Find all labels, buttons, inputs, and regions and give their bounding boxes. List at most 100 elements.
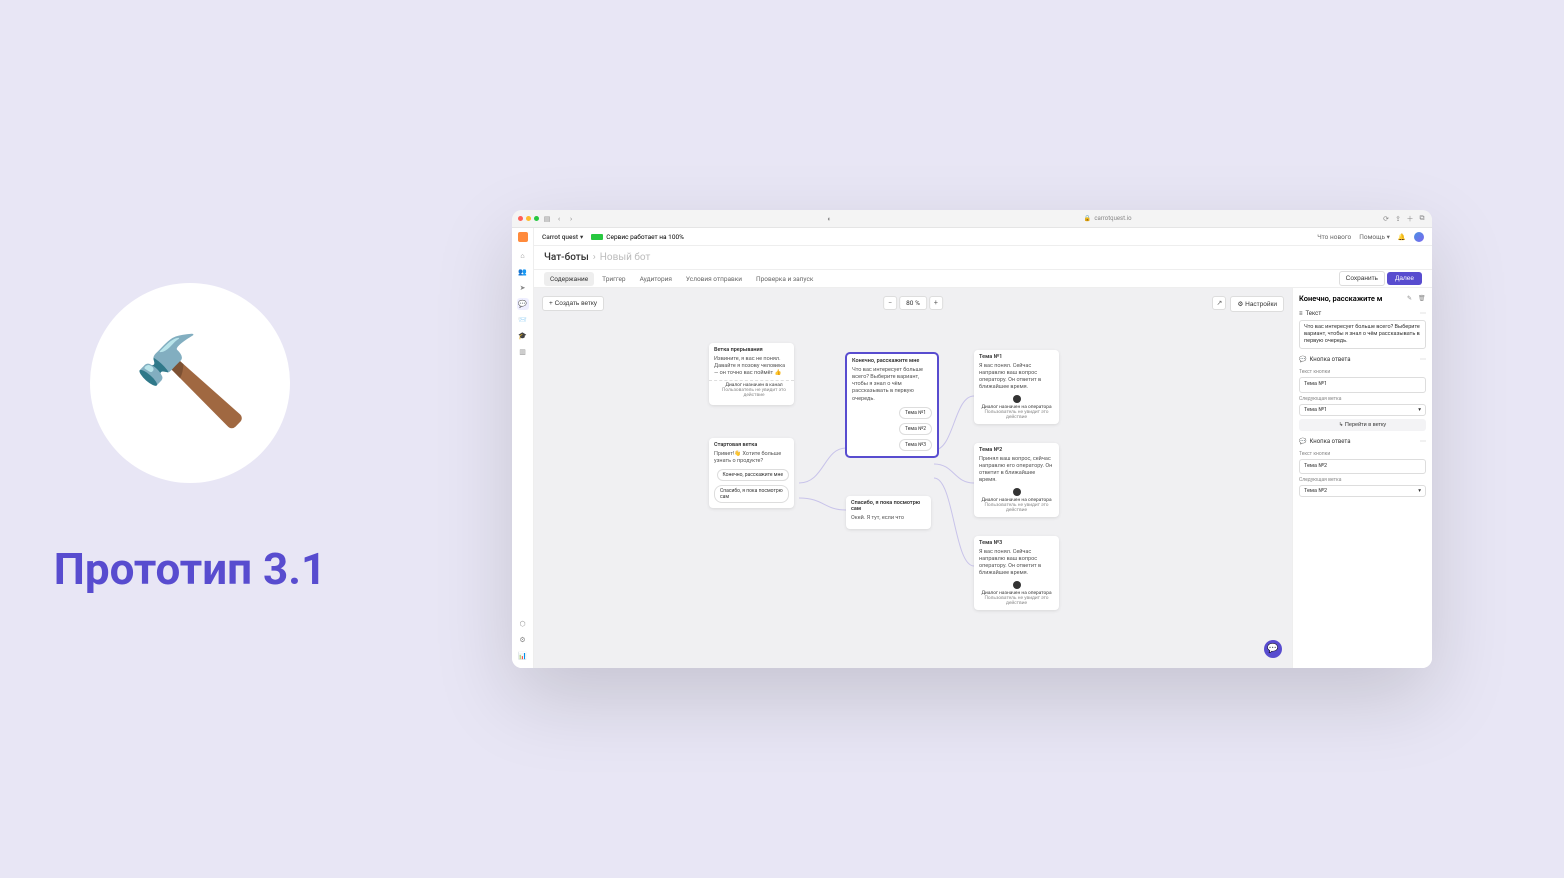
shield-icon[interactable]: ◐ [825,215,833,223]
tab-conditions[interactable]: Условия отправки [680,272,748,286]
flow-toolbar-left: + Создать ветку [542,296,604,311]
node-theme-3[interactable]: Тема №3 Я вас понял. Сейчас направлю ваш… [974,536,1059,610]
node-tell-me[interactable]: Конечно, расскажите мне Что вас интересу… [846,353,938,457]
app-logo-icon[interactable] [518,232,528,242]
breadcrumb-root[interactable]: Чат-боты [544,252,589,263]
node-title: Ветка прерывания [714,347,789,353]
answer-chip[interactable]: Тема №3 [899,439,932,451]
whats-new-link[interactable]: Что нового [1317,233,1351,241]
answer-chip[interactable]: Тема №2 [899,423,932,435]
zoom-out-button[interactable]: − [883,296,897,310]
address-bar[interactable]: 🔒 carrotquest.io [1084,215,1132,222]
node-start[interactable]: Стартовая ветка Привет!👋 Хотите больше у… [709,438,794,508]
main-column: Carrot quest ▾ Сервис работает на 100% Ч… [534,228,1432,668]
node-interrupt[interactable]: Ветка прерывания Извините, я вас не поня… [709,343,794,405]
assign-subtitle: Пользователь не увидит это действие [979,503,1054,513]
text-section-icon: ≡ [1299,310,1303,317]
btn-text-input[interactable]: Тема №1 [1299,377,1426,392]
next-button[interactable]: Далее [1387,272,1422,285]
node-message: Принял ваш вопрос, сейчас направлю его о… [979,456,1054,485]
user-avatar[interactable] [1414,232,1424,242]
tabs-row: Содержание Триггер Аудитория Условия отп… [534,270,1432,288]
help-link[interactable]: Помощь ▾ [1359,233,1390,241]
node-message: Привет!👋 Хотите больше узнать о продукте… [714,451,789,465]
section-title: Кнопка ответа [1309,356,1350,363]
more-icon[interactable]: ⋯ [1420,356,1426,363]
close-icon[interactable] [518,216,523,221]
hero-icon-circle: 🔨 [90,283,290,483]
project-selector[interactable]: Carrot quest ▾ [542,233,583,241]
answer-chip[interactable]: Тема №1 [899,407,932,419]
nav-knowledge-icon[interactable]: 🎓 [517,330,529,342]
forward-icon[interactable]: › [567,215,575,223]
node-theme-2[interactable]: Тема №2 Принял ваш вопрос, сейчас направ… [974,443,1059,517]
tab-content[interactable]: Содержание [544,272,594,286]
inspector-title: Конечно, расскажите м [1299,294,1404,303]
assign-title: Диалог назначен на оператора [979,591,1054,596]
settings-button[interactable]: ⚙ Настройки [1230,296,1284,312]
chevron-down-icon: ▾ [1418,488,1421,494]
traffic-lights [518,216,539,221]
node-message: Извините, я вас не понял. Давайте я позо… [714,356,789,377]
create-branch-button[interactable]: + Создать ветку [542,296,604,311]
node-title: Тема №3 [979,540,1054,546]
chevron-down-icon: ▾ [580,233,583,241]
more-icon[interactable]: ⋯ [1420,438,1426,445]
node-title: Тема №2 [979,447,1054,453]
tabs-icon[interactable]: ⧉ [1418,215,1426,223]
share-icon[interactable]: ⇪ [1394,215,1402,223]
node-message: Окей. Я тут, если что [851,515,926,522]
nav-inbox-icon[interactable]: 📨 [517,314,529,326]
browser-chrome: ▤ ‹ › ◐ 🔒 carrotquest.io ⟳ ⇪ ＋ ⧉ [512,210,1432,228]
goto-branch-button[interactable]: ↳ Перейти в ветку [1299,419,1426,431]
nav-chatbots-icon[interactable]: 💬 [517,298,529,310]
btn-text-input[interactable]: Тема №2 [1299,459,1426,474]
btn-text-label: Текст кнопки [1299,451,1426,457]
chat-fab[interactable]: 💬 [1264,640,1282,658]
assign-subtitle: Пользователь не увидит это действие [979,410,1054,420]
nav-send-icon[interactable]: ➤ [517,282,529,294]
node-browse[interactable]: Спасибо, я пока посмотрю сам Окей. Я тут… [846,496,931,529]
nav-reports-icon[interactable]: ▥ [517,346,529,358]
assign-subtitle: Пользователь не увидит это действие [979,596,1054,606]
minimize-icon[interactable] [526,216,531,221]
service-status: Сервис работает на 100% [591,233,684,241]
maximize-icon[interactable] [534,216,539,221]
node-message: Я вас понял. Сейчас направлю ваш вопрос … [979,549,1054,578]
nav-home-icon[interactable]: ⌂ [517,250,529,262]
answer-icon: 💬 [1299,356,1306,363]
flow-canvas[interactable]: + Создать ветку − 80 % + ↗ ⚙ Настройки В… [534,288,1292,668]
node-theme-1[interactable]: Тема №1 Я вас понял. Сейчас направлю ваш… [974,350,1059,424]
next-branch-select[interactable]: Тема №2▾ [1299,485,1426,497]
reader-icon[interactable]: ⟳ [1382,215,1390,223]
answer-chip[interactable]: Конечно, расскажите мне [717,469,789,481]
delete-icon[interactable]: 🗑 [1418,295,1426,302]
more-icon[interactable]: ⋯ [1420,310,1426,317]
zoom-in-button[interactable]: + [929,296,943,310]
screenshot-stage: ▤ ‹ › ◐ 🔒 carrotquest.io ⟳ ⇪ ＋ ⧉ ⌂ 👥 ➤ 💬… [380,0,1564,878]
tab-preview[interactable]: Проверка и запуск [750,272,819,286]
nav-addons-icon[interactable]: ⬡ [517,618,529,630]
text-section: ≡ Текст⋯ Что вас интересует больше всего… [1299,307,1426,349]
edit-icon[interactable]: ✎ [1407,295,1415,302]
nav-users-icon[interactable]: 👥 [517,266,529,278]
text-value-input[interactable]: Что вас интересует больше всего? Выберит… [1299,320,1426,349]
nav-settings-icon[interactable]: ⚙ [517,634,529,646]
tab-trigger[interactable]: Триггер [596,272,631,286]
open-external-button[interactable]: ↗ [1212,296,1226,310]
new-tab-icon[interactable]: ＋ [1406,215,1414,223]
assign-title: Диалог назначен на оператора [979,498,1054,503]
zoom-level: 80 % [899,296,927,310]
hammer-icon: 🔨 [130,326,251,440]
sidebar-toggle-icon[interactable]: ▤ [543,215,551,223]
back-icon[interactable]: ‹ [555,215,563,223]
tab-audience[interactable]: Аудитория [634,272,678,286]
answer-chip[interactable]: Спасибо, я пока посмотрю сам [714,485,789,503]
nav-stats-icon[interactable]: 📊 [517,650,529,662]
next-branch-select[interactable]: Тема №1▾ [1299,404,1426,416]
save-button[interactable]: Сохранить [1339,271,1385,286]
notifications-icon[interactable]: 🔔 [1398,233,1406,241]
answer-section-1: 💬 Кнопка ответа⋯ Текст кнопки Тема №1 Сл… [1299,353,1426,430]
node-message: Что вас интересует больше всего? Выберит… [852,367,932,403]
node-title: Стартовая ветка [714,442,789,448]
